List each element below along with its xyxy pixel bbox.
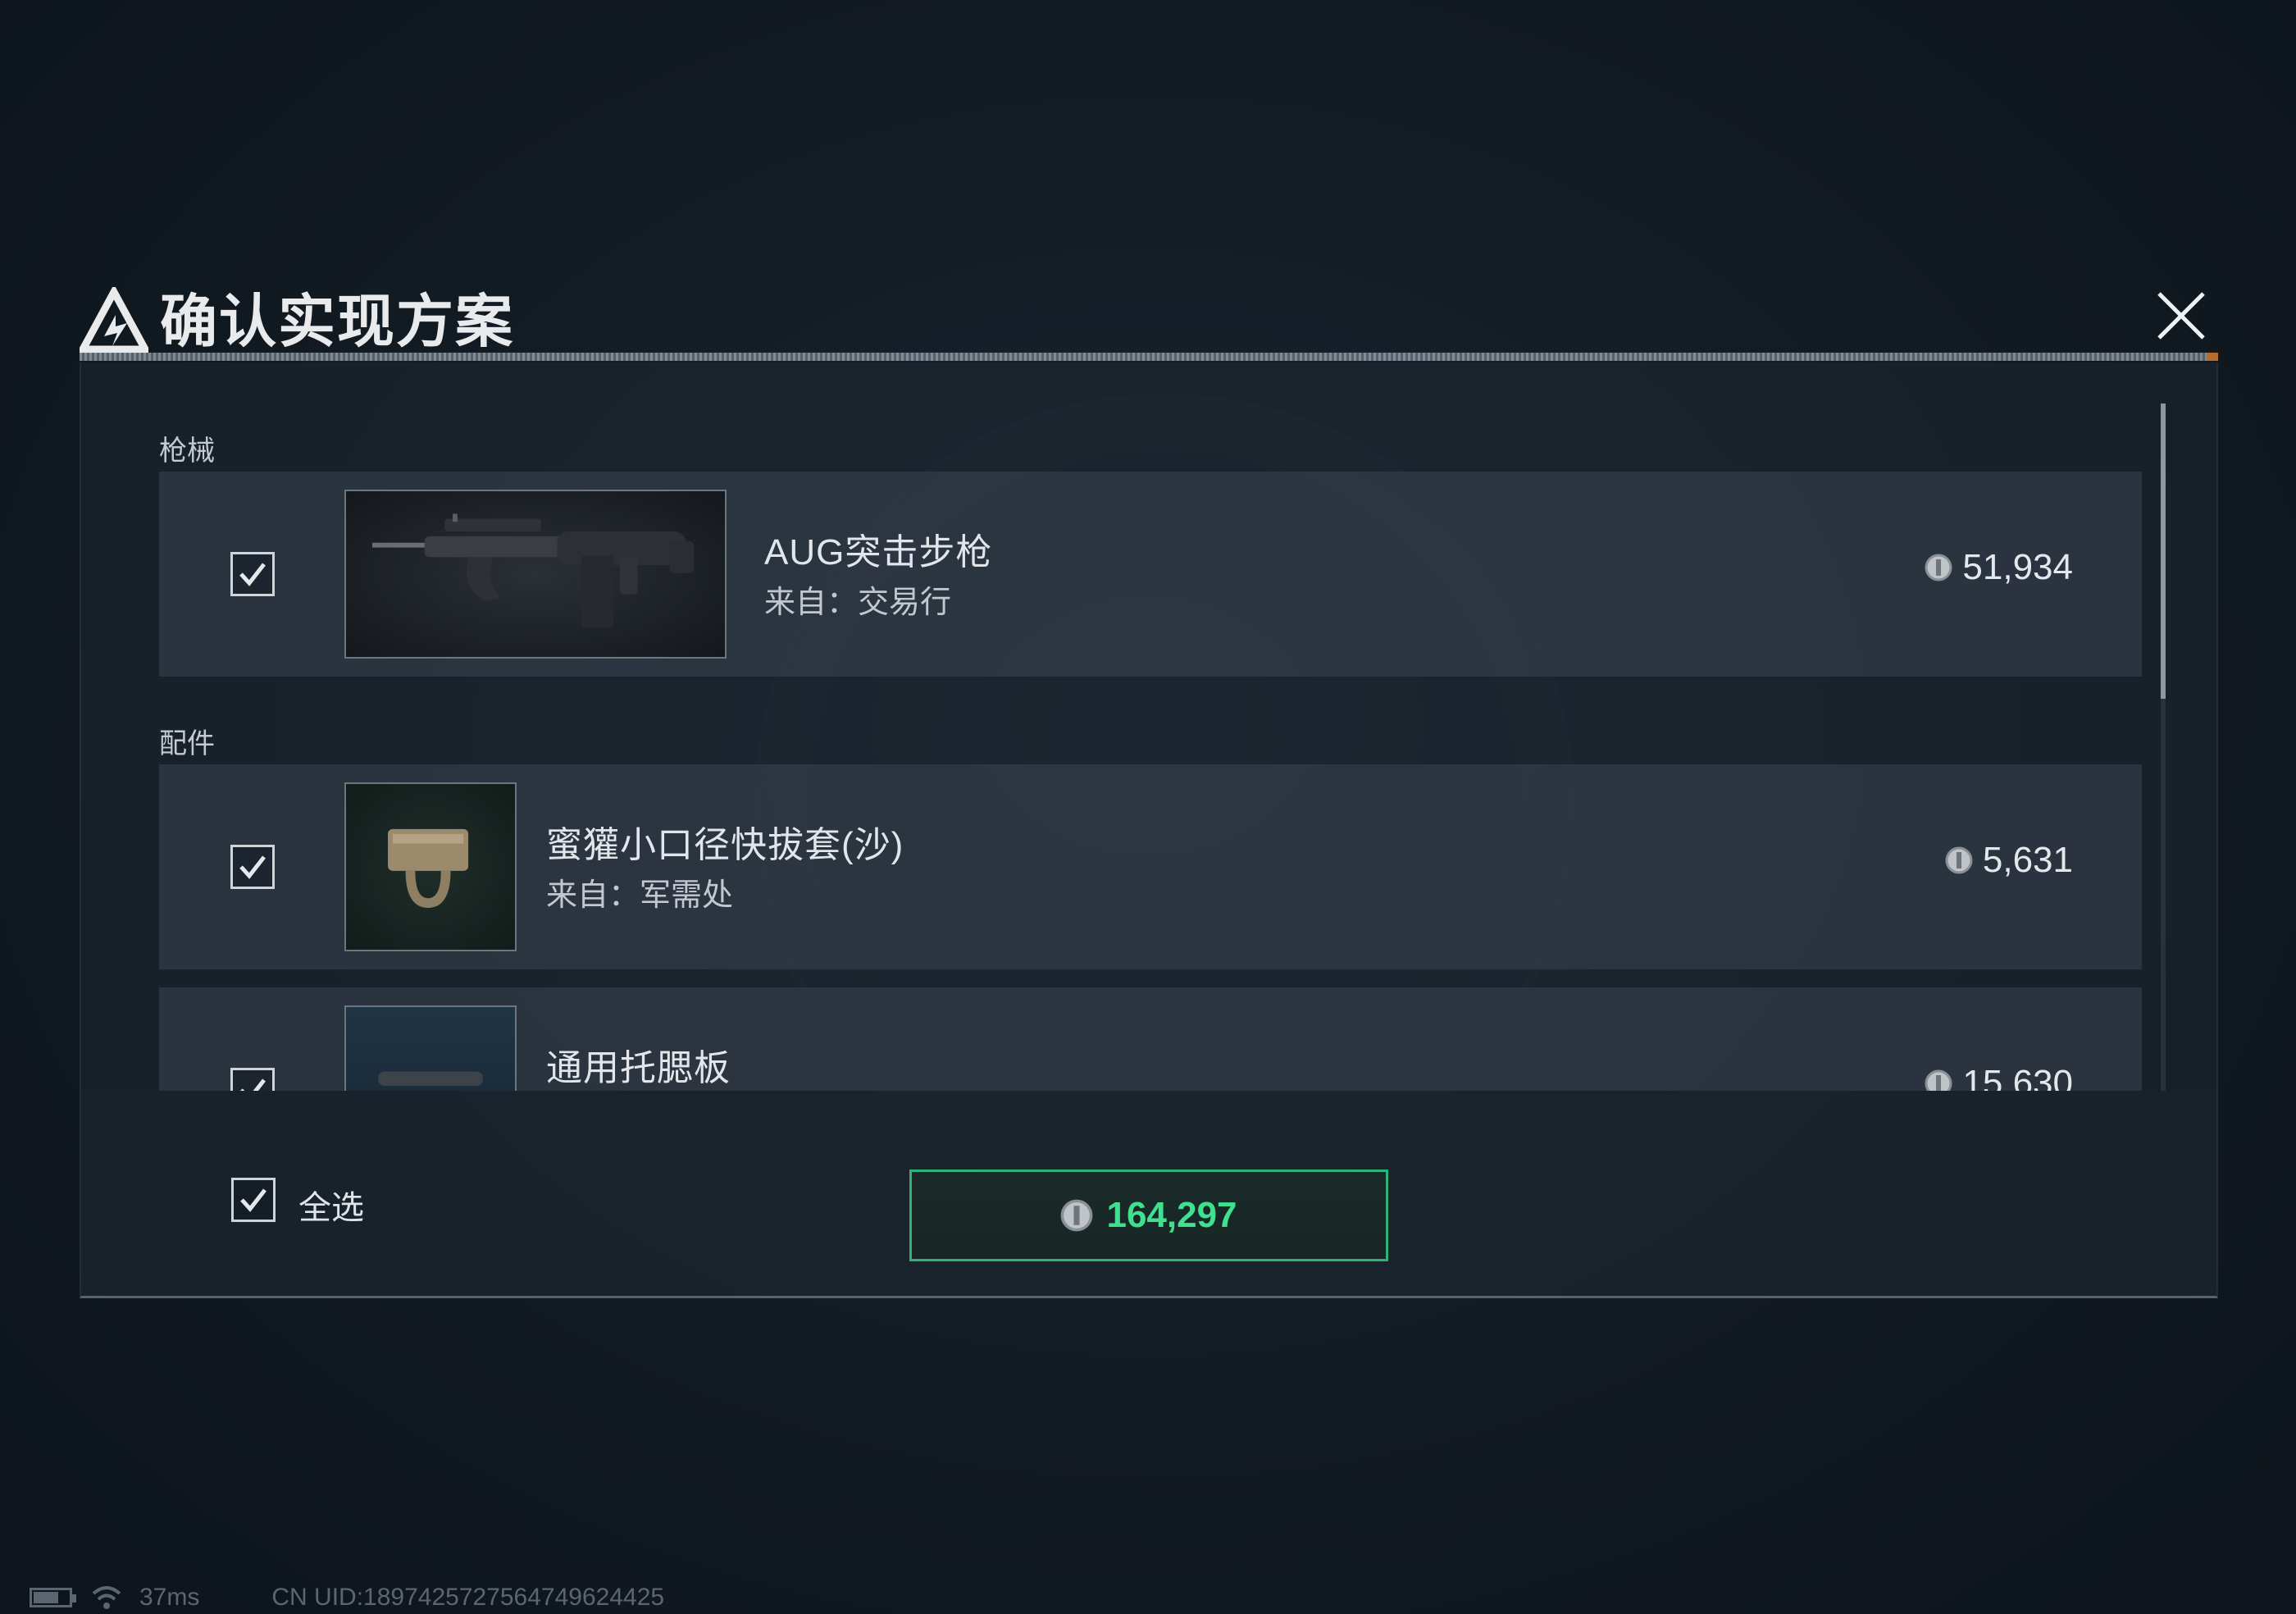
- item-checkbox[interactable]: [230, 1068, 275, 1091]
- checkmark-icon: [239, 563, 266, 586]
- select-all-checkbox[interactable]: [231, 1178, 276, 1222]
- scrollbar-thumb[interactable]: [2161, 404, 2166, 699]
- close-icon: [2157, 292, 2205, 340]
- checkmark-icon: [239, 855, 266, 879]
- item-price: 15,630: [1925, 1063, 2073, 1091]
- item-name: AUG突击步枪: [764, 532, 993, 572]
- battery-icon: [30, 1588, 76, 1607]
- checkmark-icon: [239, 1078, 266, 1091]
- item-checkbox[interactable]: [230, 845, 275, 889]
- coin-icon: [1925, 554, 1952, 581]
- item-source: 来自：交易行: [764, 586, 952, 620]
- coin-icon: [1925, 1069, 1952, 1091]
- item-thumbnail: [344, 1005, 517, 1091]
- item-name: 蜜獾小口径快拔套(沙): [546, 825, 904, 865]
- checkmark-icon: [240, 1188, 266, 1212]
- total-price: 164,297: [1106, 1195, 1237, 1235]
- item-price: 5,631: [1945, 840, 2073, 881]
- section-label-guns: 枪械: [159, 435, 215, 467]
- dialog-header: 确认实现方案: [80, 271, 2218, 361]
- item-source: 来自：军需处: [546, 878, 734, 913]
- list-item[interactable]: 通用托腮板 15,630: [159, 987, 2142, 1091]
- dialog-body: 枪械 AUG突击步枪 来自：交易行 51,934 配件 蜜獾小口径快拔套(沙) …: [80, 362, 2218, 1298]
- dialog-title: 确认实现方案: [160, 290, 514, 353]
- item-price-value: 15,630: [1962, 1063, 2073, 1091]
- dialog-footer: 全选 164,297: [81, 1091, 2216, 1296]
- item-price-value: 51,934: [1962, 547, 2073, 587]
- cheek-riser-icon: [378, 1071, 483, 1087]
- item-thumbnail: [344, 490, 727, 659]
- list-item[interactable]: AUG突击步枪 来自：交易行 51,934: [159, 472, 2142, 677]
- status-bar: 37ms CN UID:1897425727564749624425: [30, 1583, 664, 1612]
- item-checkbox[interactable]: [230, 552, 275, 596]
- list-scrollbar[interactable]: [2161, 404, 2166, 1091]
- wifi-icon: [92, 1586, 121, 1609]
- magazine-pouch-icon: [388, 828, 469, 909]
- item-name: 通用托腮板: [546, 1048, 731, 1088]
- confirm-plan-dialog: 确认实现方案 枪械 AUG突击步枪 来自：交易行 51,934 配件 蜜獾小口径…: [80, 271, 2218, 1298]
- header-divider: [80, 353, 2218, 361]
- warning-triangle-icon: [80, 287, 148, 353]
- close-button[interactable]: [2144, 279, 2218, 353]
- user-uid: CN UID:1897425727564749624425: [271, 1584, 665, 1611]
- coin-icon: [1945, 846, 1973, 874]
- item-price-value: 5,631: [1982, 840, 2073, 880]
- item-price: 51,934: [1925, 547, 2073, 588]
- coin-icon: [1061, 1199, 1093, 1232]
- rifle-icon: [371, 513, 695, 628]
- item-list[interactable]: 枪械 AUG突击步枪 来自：交易行 51,934 配件 蜜獾小口径快拔套(沙) …: [81, 362, 2220, 1091]
- section-label-parts: 配件: [159, 728, 215, 759]
- ping-readout: 37ms: [139, 1584, 200, 1611]
- item-thumbnail: [344, 782, 517, 951]
- select-all-label[interactable]: 全选: [298, 1181, 364, 1229]
- confirm-purchase-button[interactable]: 164,297: [909, 1169, 1388, 1261]
- list-item[interactable]: 蜜獾小口径快拔套(沙) 来自：军需处 5,631: [159, 764, 2142, 969]
